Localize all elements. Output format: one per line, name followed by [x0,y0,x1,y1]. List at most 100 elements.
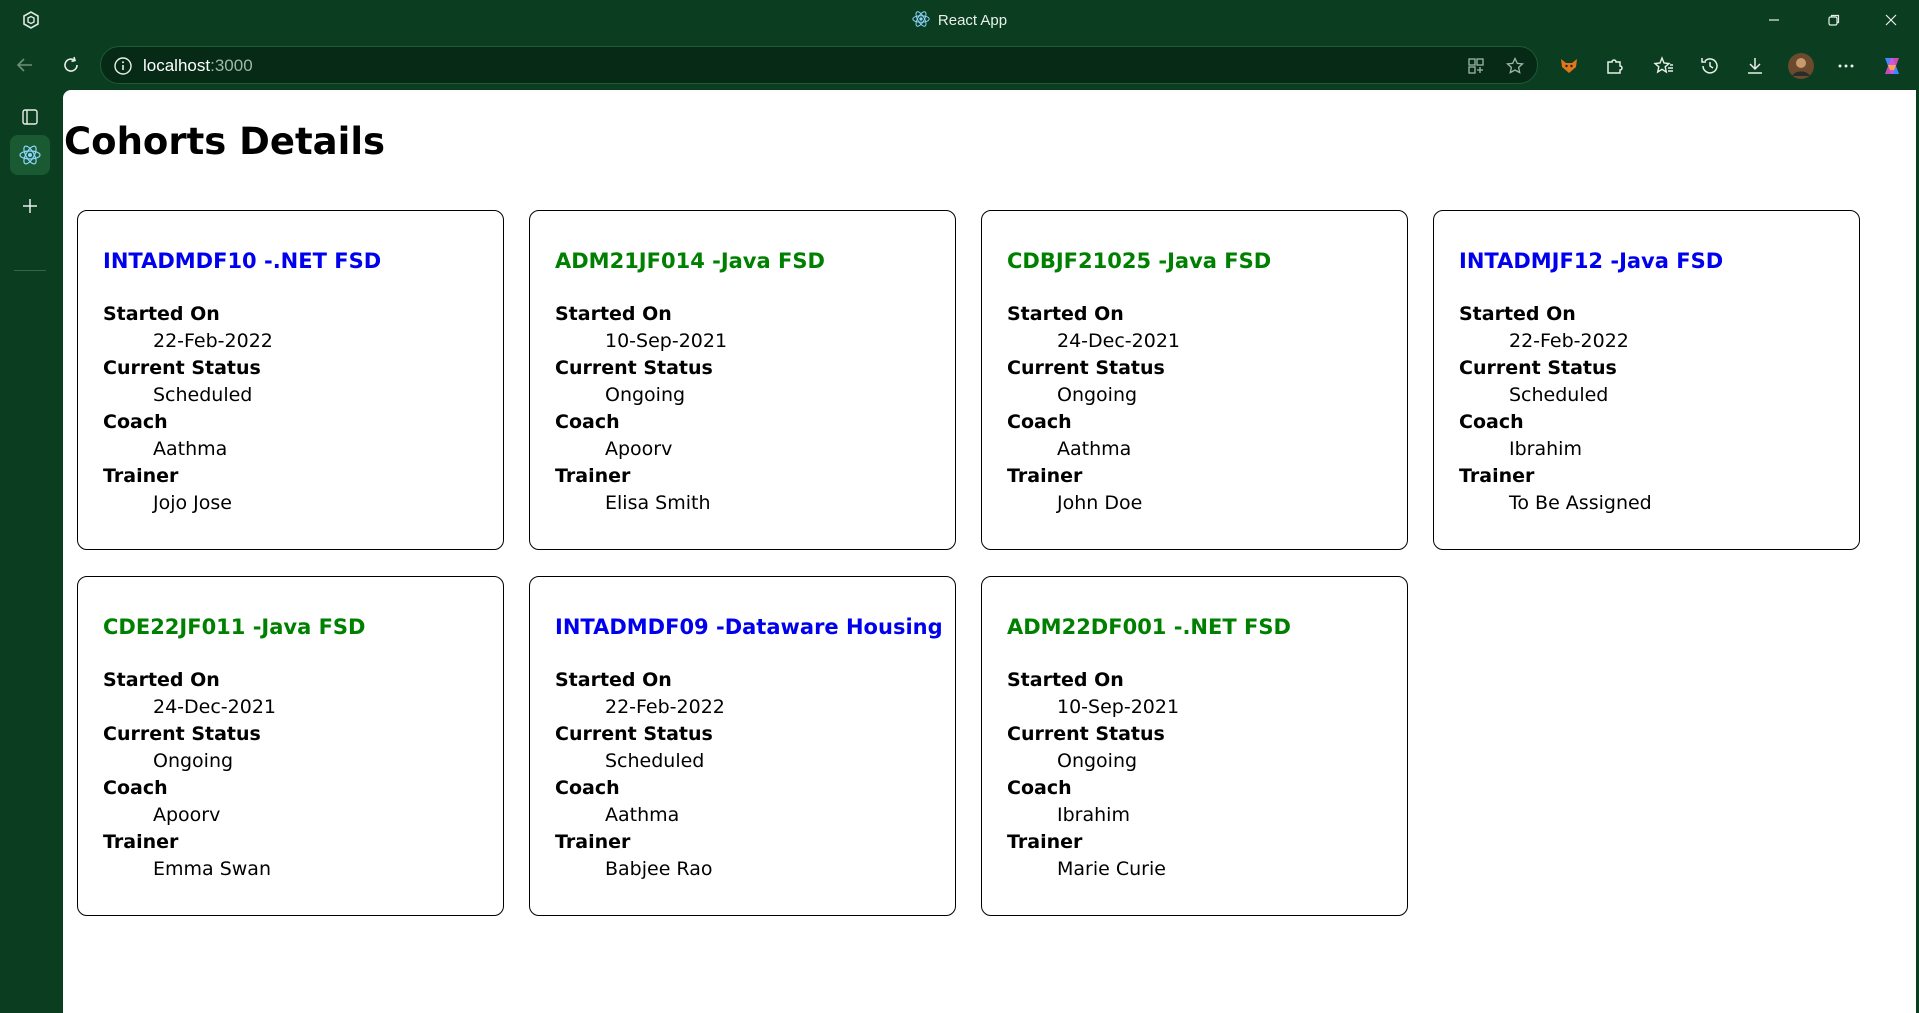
started-on-label: Started On [1007,669,1124,691]
address-url[interactable]: localhost:3000 [143,56,253,76]
started-on-label: Started On [555,303,672,325]
coach-value: Apoorv [605,438,673,460]
reload-icon [64,56,78,72]
coach-label: Coach [1007,411,1072,433]
cohort-details: Started On 22-Feb-2022 Current Status Sc… [103,301,273,517]
cohort-details: Started On 24-Dec-2021 Current Status On… [1007,301,1180,517]
started-on-label: Started On [1007,303,1124,325]
react-logo-icon [912,10,930,32]
current-status-label: Current Status [103,723,261,745]
trainer-value: Babjee Rao [605,858,713,880]
cohort-details: Started On 22-Feb-2022 Current Status Sc… [1459,301,1652,517]
fox-extension-icon[interactable] [1555,52,1583,80]
react-logo-icon [19,145,41,165]
cohort-name: ADM22DF001 -.NET FSD [1007,615,1291,639]
more-options-icon[interactable] [1832,52,1860,80]
favorite-star-icon[interactable] [1505,56,1525,81]
started-on-value: 24-Dec-2021 [153,696,277,718]
cohort-card: CDE22JF011 -Java FSD Started On 24-Dec-2… [77,576,504,916]
cohort-card: ADM21JF014 -Java FSD Started On 10-Sep-2… [529,210,956,550]
tab-react-app[interactable] [10,135,50,175]
trainer-label: Trainer [1459,465,1535,487]
started-on-label: Started On [103,303,220,325]
current-status-value: Ongoing [1057,384,1138,406]
cohort-name: CDBJF21025 -Java FSD [1007,249,1272,273]
started-on-value: 22-Feb-2022 [1509,330,1629,352]
tabs-icon [22,109,38,125]
trainer-value: Marie Curie [1057,858,1166,880]
close-button[interactable] [1862,0,1919,40]
app-available-icon[interactable] [1466,56,1486,81]
cohort-details: Started On 22-Feb-2022 Current Status Sc… [555,667,725,883]
current-status-label: Current Status [103,357,261,379]
coach-value: Aathma [605,804,680,826]
minimize-button[interactable] [1745,0,1803,40]
coach-label: Coach [1459,411,1524,433]
reload-button[interactable] [58,52,84,78]
tab-actions-button[interactable] [10,97,50,137]
current-status-label: Current Status [1007,357,1165,379]
history-icon[interactable] [1696,52,1724,80]
started-on-value: 10-Sep-2021 [1057,696,1180,718]
extensions-puzzle-icon[interactable] [1600,52,1628,80]
cohort-name: CDE22JF011 -Java FSD [103,615,366,639]
current-status-label: Current Status [555,357,713,379]
coach-label: Coach [1007,777,1072,799]
restore-button[interactable] [1805,0,1863,40]
vertical-tab-rail [0,90,62,1013]
trainer-label: Trainer [555,831,631,853]
started-on-label: Started On [103,669,220,691]
site-info-icon[interactable] [113,56,133,81]
arrow-left-icon [16,58,32,72]
trainer-value: Jojo Jose [153,492,232,514]
page-title: Cohorts Details [64,120,386,163]
url-port: :3000 [210,56,253,75]
current-status-label: Current Status [1459,357,1617,379]
cohort-card: INTADMJF12 -Java FSD Started On 22-Feb-2… [1433,210,1860,550]
cohort-name: INTADMDF09 -Dataware Housing [555,615,943,639]
current-status-label: Current Status [555,723,713,745]
started-on-value: 22-Feb-2022 [605,696,725,718]
coach-value: Apoorv [153,804,221,826]
restore-icon [1828,14,1840,26]
cohort-card: INTADMDF10 -.NET FSD Started On 22-Feb-2… [77,210,504,550]
url-host: localhost [143,56,211,75]
window-title: React App [0,10,1919,32]
back-button[interactable] [12,52,38,78]
coach-label: Coach [103,411,168,433]
current-status-value: Scheduled [1509,384,1609,406]
cohort-card-grid: INTADMDF10 -.NET FSD Started On 22-Feb-2… [77,210,1860,930]
new-tab-button[interactable] [10,186,50,226]
downloads-icon[interactable] [1741,52,1769,80]
cohort-card: ADM22DF001 -.NET FSD Started On 10-Sep-2… [981,576,1408,916]
close-icon [1885,14,1897,26]
address-bar[interactable]: localhost:3000 [100,46,1538,84]
coach-value: Ibrahim [1509,438,1582,460]
coach-label: Coach [555,411,620,433]
trainer-label: Trainer [103,831,179,853]
window-title-text: React App [937,11,1008,29]
cohort-name: INTADMJF12 -Java FSD [1459,249,1724,273]
trainer-value: John Doe [1057,492,1143,514]
coach-value: Ibrahim [1057,804,1130,826]
favorites-icon[interactable] [1650,52,1678,80]
current-status-value: Ongoing [605,384,686,406]
rail-divider [14,270,46,271]
trainer-label: Trainer [555,465,631,487]
started-on-label: Started On [1459,303,1576,325]
profile-avatar[interactable] [1787,52,1815,80]
coach-value: Aathma [153,438,228,460]
started-on-label: Started On [555,669,672,691]
current-status-value: Scheduled [605,750,705,772]
trainer-value: Elisa Smith [605,492,711,514]
started-on-value: 22-Feb-2022 [153,330,273,352]
cohort-card: INTADMDF09 -Dataware Housing Started On … [529,576,956,916]
plus-icon [23,199,37,213]
copilot-icon[interactable] [1878,52,1906,80]
cohort-details: Started On 10-Sep-2021 Current Status On… [1007,667,1179,883]
window-title-bar: React App [0,0,1919,40]
minimize-icon [1769,19,1779,21]
cohort-card: CDBJF21025 -Java FSD Started On 24-Dec-2… [981,210,1408,550]
trainer-label: Trainer [1007,831,1083,853]
trainer-value: To Be Assigned [1509,492,1652,514]
